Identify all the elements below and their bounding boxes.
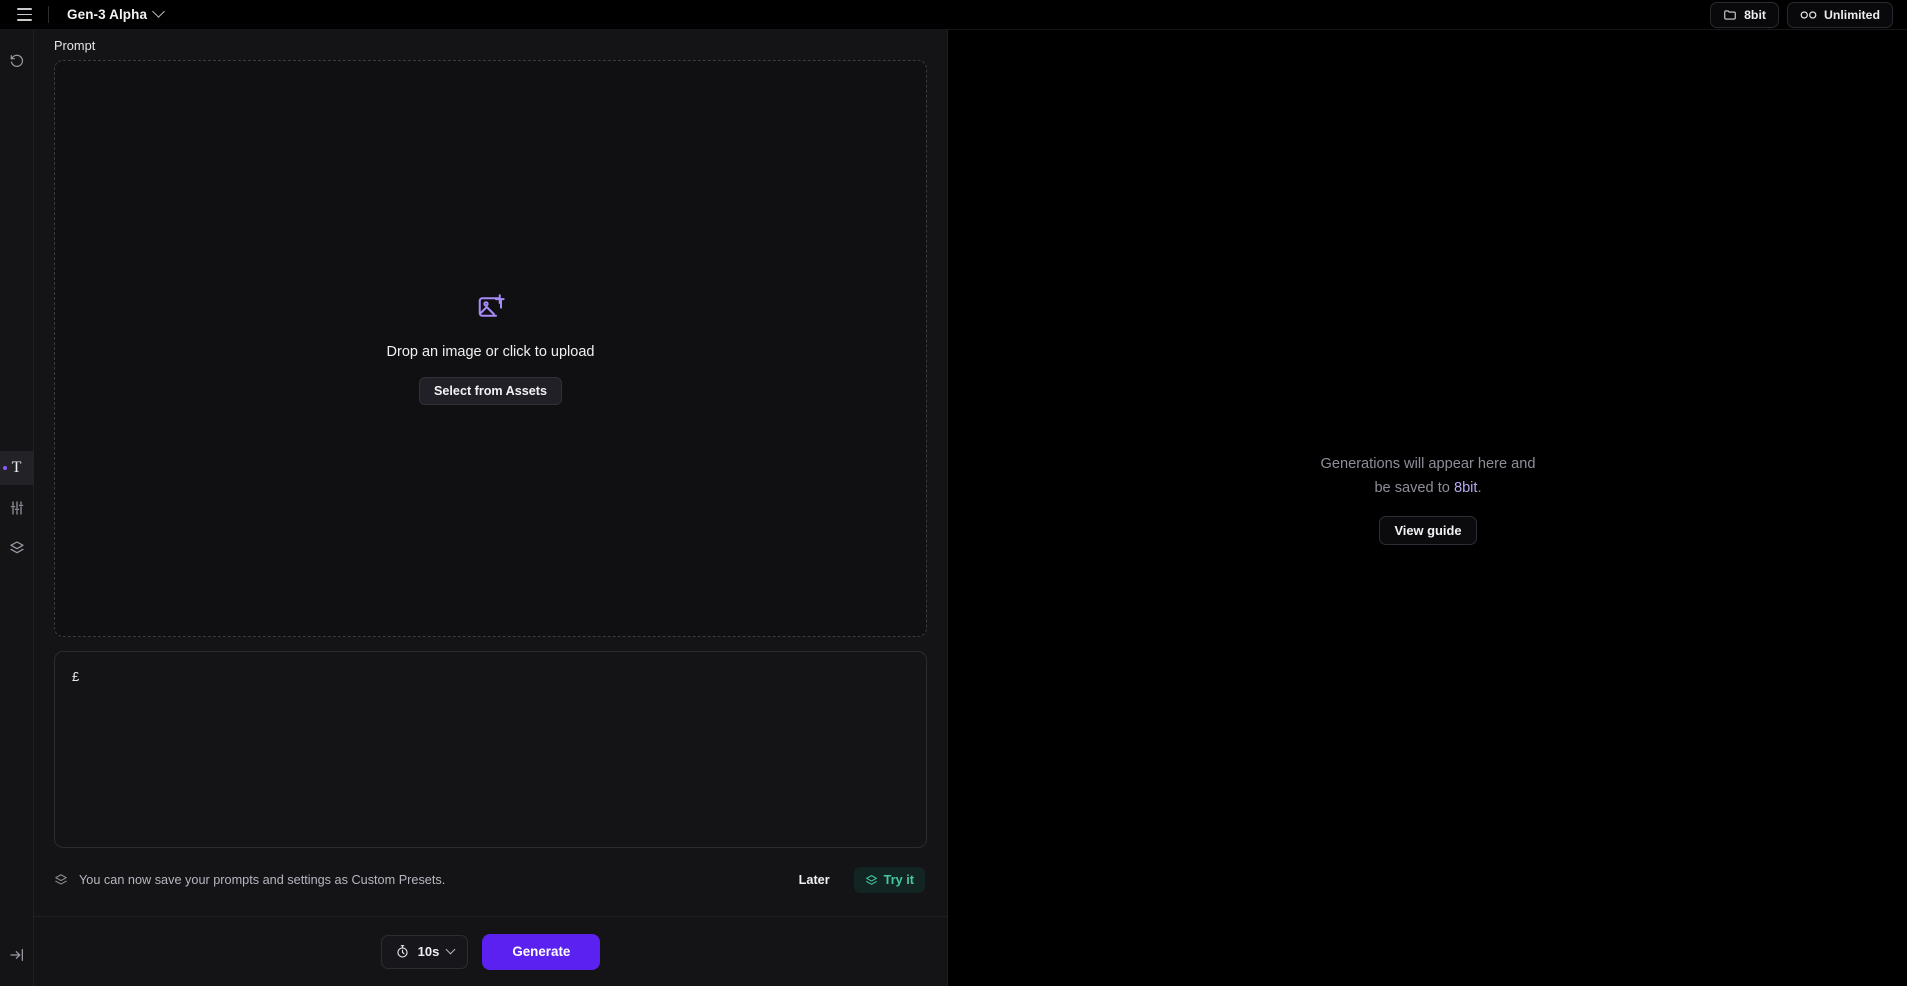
prompt-panel: Prompt Drop an image or click to upload … [34, 30, 948, 986]
view-guide-button[interactable]: View guide [1379, 515, 1477, 545]
toast-later-button[interactable]: Later [788, 868, 841, 892]
top-bar: Gen-3 Alpha 8bit Unlimited [0, 0, 1907, 30]
destination-folder-link[interactable]: 8bit [1454, 480, 1478, 496]
custom-presets-toast: You can now save your prompts and settin… [54, 856, 927, 904]
toolbar-divider [48, 6, 49, 23]
infinity-icon [1800, 9, 1817, 21]
page-title: Prompt [54, 37, 96, 53]
left-rail: T [0, 30, 34, 986]
duration-value: 10s [417, 944, 440, 959]
collapse-panel-icon [9, 947, 25, 963]
chevron-down-icon [152, 5, 165, 18]
generation-canvas: Generations will appear here and be save… [949, 30, 1907, 986]
generate-button[interactable]: Generate [482, 933, 601, 970]
text-tool-icon: T [11, 459, 22, 476]
plan-label: Unlimited [1823, 7, 1880, 22]
select-from-assets-button[interactable]: Select from Assets [419, 377, 562, 405]
empty-state-line2-suffix: . [1477, 479, 1482, 496]
prompt-textarea[interactable]: £ [54, 651, 927, 848]
folder-label: 8bit [1744, 7, 1766, 22]
toast-message: You can now save your prompts and settin… [79, 873, 446, 887]
duration-selector[interactable]: 10s [380, 934, 469, 969]
empty-state: Generations will appear here and be save… [1321, 452, 1536, 545]
rail-item-collapse-panel[interactable] [0, 938, 34, 972]
empty-state-line1: Generations will appear here and [1320, 455, 1536, 472]
layers-icon [54, 873, 68, 887]
plan-button[interactable]: Unlimited [1786, 1, 1893, 28]
panel-header: Prompt [34, 30, 947, 60]
rail-item-settings[interactable] [0, 491, 34, 525]
layers-icon [9, 540, 25, 556]
rail-item-text-tool[interactable]: T [0, 451, 34, 485]
model-selector[interactable]: Gen-3 Alpha [63, 4, 167, 25]
image-plus-icon [476, 292, 506, 322]
empty-state-text: Generations will appear here and be save… [1321, 452, 1536, 500]
model-name-label: Gen-3 Alpha [67, 7, 148, 22]
panel-body: Drop an image or click to upload Select … [34, 60, 947, 916]
rail-item-layers[interactable] [0, 531, 34, 565]
empty-state-line2-prefix: be saved to [1374, 479, 1454, 496]
stopwatch-icon [395, 944, 410, 959]
layers-icon [865, 874, 878, 887]
dropzone-label: Drop an image or click to upload [386, 344, 595, 360]
try-it-label: Try it [883, 873, 914, 887]
folder-icon [1723, 8, 1737, 22]
prompt-value: £ [72, 669, 80, 684]
app-root: Gen-3 Alpha 8bit Unlimited T Prompt Drop… [0, 0, 1907, 986]
history-icon [9, 53, 25, 69]
image-dropzone[interactable]: Drop an image or click to upload Select … [54, 60, 927, 637]
sliders-icon [9, 500, 25, 516]
rail-tools-group: T [0, 451, 34, 565]
toast-try-it-button[interactable]: Try it [853, 867, 925, 893]
rail-item-history[interactable] [0, 44, 34, 78]
panel-footer: 10s Generate [34, 916, 947, 986]
hamburger-icon[interactable] [10, 3, 38, 27]
chevron-down-icon [445, 944, 456, 955]
folder-button[interactable]: 8bit [1710, 1, 1779, 28]
